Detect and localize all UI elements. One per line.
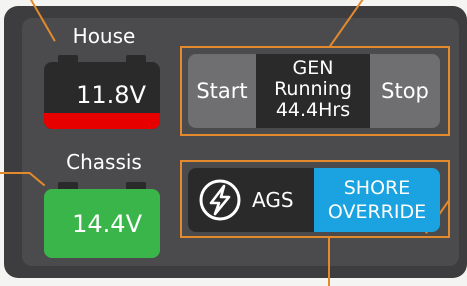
ags-button[interactable]: AGS xyxy=(188,168,314,232)
callout-line-chassis xyxy=(0,172,30,174)
house-voltage: 11.8V xyxy=(76,81,146,109)
house-label: House xyxy=(72,24,136,48)
chassis-battery: 14.4V xyxy=(44,182,160,258)
chassis-voltage: 14.4V xyxy=(72,210,142,238)
lightning-circle-icon xyxy=(198,178,242,222)
callout-line-ags xyxy=(328,238,330,286)
generator-stop-button[interactable]: Stop xyxy=(370,54,440,128)
shore-override-line1: SHORE xyxy=(343,177,411,199)
ags-label: AGS xyxy=(252,188,294,212)
shore-override-line2: OVERRIDE xyxy=(327,201,427,223)
generator-status: Running xyxy=(274,78,352,100)
house-battery-level-bar xyxy=(44,113,160,129)
generator-hours: 44.4Hrs xyxy=(275,99,351,121)
generator-status-panel: GEN Running 44.4Hrs xyxy=(256,54,370,128)
generator-title: GEN xyxy=(292,57,334,79)
shore-override-button[interactable]: SHORE OVERRIDE xyxy=(314,168,440,232)
generator-start-button[interactable]: Start xyxy=(188,54,256,128)
chassis-label: Chassis xyxy=(66,150,142,174)
house-battery: 11.8V xyxy=(44,55,160,129)
